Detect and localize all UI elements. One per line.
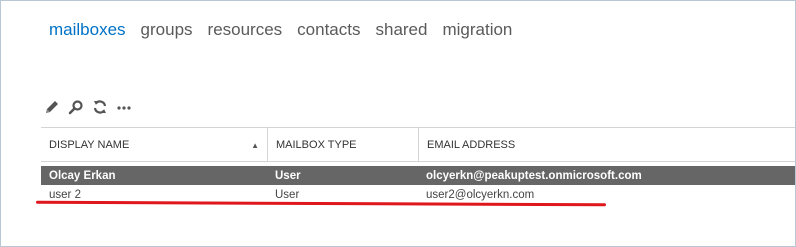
search-icon[interactable]	[67, 98, 85, 116]
edit-pencil-icon[interactable]	[43, 98, 61, 116]
tab-bar: mailboxes groups resources contacts shar…	[49, 20, 527, 40]
cell-email-address: olcyerkn@peakuptest.onmicrosoft.com	[426, 169, 642, 182]
refresh-icon[interactable]	[91, 98, 109, 116]
cell-email-address: user2@olcyerkn.com	[426, 188, 535, 201]
column-header-email-address[interactable]: EMAIL ADDRESS	[418, 128, 795, 161]
tab-shared[interactable]: shared	[375, 20, 427, 40]
cell-mailbox-type: User	[275, 188, 300, 201]
more-icon[interactable]	[115, 98, 133, 116]
cell-display-name: Olcay Erkan	[49, 169, 116, 182]
column-header-display-name[interactable]: DISPLAY NAME ▲	[41, 128, 267, 161]
cell-display-name: user 2	[49, 188, 81, 201]
table-row[interactable]: Olcay Erkan User olcyerkn@peakuptest.onm…	[41, 166, 795, 185]
column-header-mailbox-type[interactable]: MAILBOX TYPE	[267, 128, 418, 161]
tab-resources[interactable]: resources	[208, 20, 283, 40]
tab-groups[interactable]: groups	[141, 20, 193, 40]
sort-ascending-icon: ▲	[251, 141, 259, 150]
tab-migration[interactable]: migration	[442, 20, 512, 40]
cell-mailbox-type: User	[275, 169, 301, 182]
tab-contacts[interactable]: contacts	[297, 20, 360, 40]
mailbox-table: DISPLAY NAME ▲ MAILBOX TYPE EMAIL ADDRES…	[41, 127, 795, 204]
toolbar	[43, 98, 139, 116]
table-header: DISPLAY NAME ▲ MAILBOX TYPE EMAIL ADDRES…	[41, 127, 795, 162]
admin-panel: mailboxes groups resources contacts shar…	[0, 0, 796, 247]
tab-mailboxes[interactable]: mailboxes	[49, 20, 126, 40]
